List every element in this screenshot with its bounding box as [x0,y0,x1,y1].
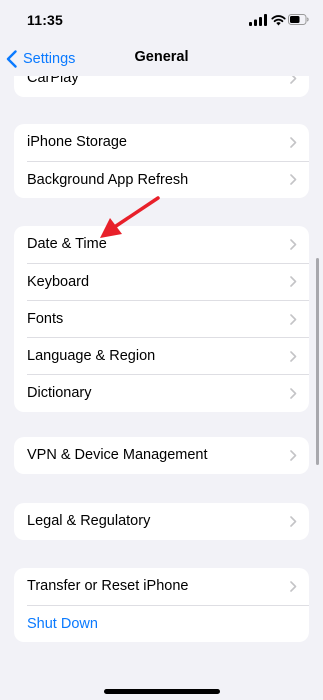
settings-group-vpn: VPN & Device Management [14,437,309,474]
list-item-background-app-refresh[interactable]: Background App Refresh [14,161,309,198]
signal-icon [249,14,267,26]
scroll-indicator[interactable] [316,258,319,465]
status-icons-overlay [239,13,309,27]
chevron-right-icon [290,581,297,592]
settings-group-storage: iPhone Storage Background App Refresh [14,124,309,198]
chevron-right-icon [290,313,297,325]
chevron-right-icon [290,516,297,527]
row-label: VPN & Device Management [27,447,208,464]
home-indicator[interactable] [104,689,220,694]
chevron-right-icon [290,137,297,148]
row-label: Fonts [27,310,64,327]
row-label: Dictionary [27,385,92,402]
status-bar-overlay: 11:35 [0,0,323,40]
chevron-right-icon [290,276,297,288]
row-label: Date & Time [27,236,107,253]
row-label: Legal & Regulatory [27,513,151,530]
chevron-right-icon [290,174,297,186]
settings-group-legal: Legal & Regulatory [14,503,309,540]
chevron-right-icon [290,239,297,250]
chevron-right-icon [290,388,297,399]
wifi-icon [271,15,286,26]
row-label: Transfer or Reset iPhone [27,578,189,595]
navigation-bar-overlay: Settings General [0,40,323,78]
shut-down-button[interactable]: Shut Down [14,605,309,642]
row-label: Language & Region [27,348,156,365]
list-item-fonts[interactable]: Fonts [14,301,309,338]
list-item-transfer-reset[interactable]: Transfer or Reset iPhone [14,568,309,605]
settings-group-input: Date & Time Keyboard Fonts Language & Re… [14,226,309,412]
list-item-iphone-storage[interactable]: iPhone Storage [14,124,309,161]
list-item-language-region[interactable]: Language & Region [14,338,309,375]
row-label: Background App Refresh [27,171,189,188]
settings-group-reset: Transfer or Reset iPhone Shut Down [14,568,309,642]
chevron-right-icon [290,450,297,461]
row-label: iPhone Storage [27,134,127,151]
page-title: General [134,49,189,65]
row-label: Keyboard [27,273,90,290]
list-item-dictionary[interactable]: Dictionary [14,375,309,412]
status-time-overlay: 11:35 [27,12,64,28]
row-label: Shut Down [27,615,98,632]
chevron-right-icon [290,351,297,362]
battery-icon [288,14,309,25]
list-item-legal-regulatory[interactable]: Legal & Regulatory [14,503,309,540]
list-item-keyboard[interactable]: Keyboard [14,263,309,300]
list-item-date-time[interactable]: Date & Time [14,226,309,263]
list-item-vpn-device-management[interactable]: VPN & Device Management [14,437,309,474]
